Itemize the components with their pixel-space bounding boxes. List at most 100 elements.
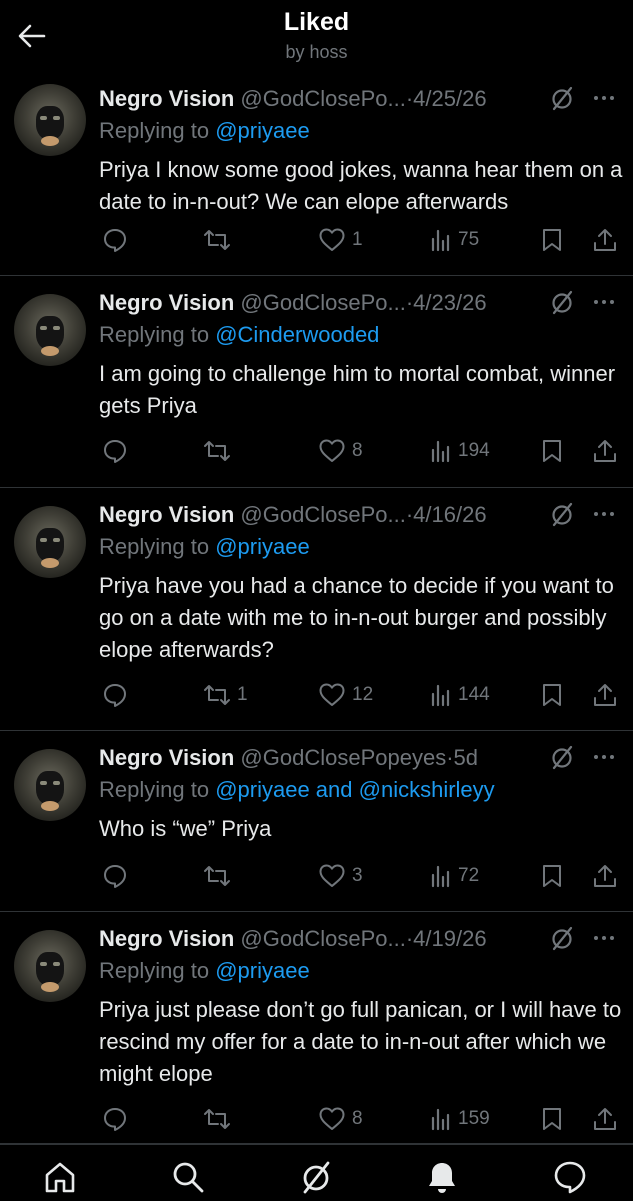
- post-date[interactable]: 4/19/26: [413, 926, 486, 951]
- reply-mention[interactable]: @priyaee: [215, 958, 310, 983]
- post-text: Priya I know some good jokes, wanna hear…: [99, 157, 623, 214]
- reply-mention[interactable]: @priyaee: [215, 534, 310, 559]
- grok-icon[interactable]: [550, 926, 574, 952]
- like-button[interactable]: 8: [318, 1104, 363, 1134]
- like-button[interactable]: 8: [318, 436, 363, 466]
- avatar[interactable]: [14, 749, 86, 821]
- post[interactable]: Negro Vision @GodClosePo...·4/19/26 Repl…: [0, 912, 633, 1144]
- reply-button[interactable]: [102, 1104, 134, 1134]
- reply-button[interactable]: [102, 680, 134, 710]
- views-icon: [431, 440, 450, 463]
- post-date[interactable]: 4/23/26: [413, 290, 486, 315]
- more-options-icon[interactable]: [590, 290, 618, 314]
- views-button[interactable]: 72: [430, 861, 479, 891]
- repost-button[interactable]: [203, 1104, 237, 1134]
- views-icon: [431, 1108, 450, 1131]
- post-header: Negro Vision @GodClosePo...·4/25/26: [99, 86, 487, 111]
- view-count: 159: [458, 1108, 490, 1129]
- post-header: Negro Vision @GodClosePo...·4/23/26: [99, 290, 487, 315]
- grok-icon[interactable]: [298, 1159, 334, 1195]
- share-icon[interactable]: [592, 1106, 618, 1132]
- post[interactable]: Negro Vision @GodClosePo...·4/25/26 Repl…: [0, 72, 633, 276]
- reply-button[interactable]: [102, 225, 134, 255]
- like-count: 8: [352, 1108, 363, 1129]
- reply-icon: [104, 865, 126, 888]
- view-count: 75: [458, 229, 480, 250]
- post-header: Negro Vision @GodClosePo...·4/16/26: [99, 502, 487, 527]
- repost-button[interactable]: 1: [203, 680, 248, 710]
- repost-icon: [204, 866, 230, 886]
- reply-prefix: Replying to: [99, 958, 210, 983]
- avatar[interactable]: [14, 506, 86, 578]
- grok-icon[interactable]: [550, 502, 574, 528]
- more-options-icon[interactable]: [590, 745, 618, 769]
- replying-to: Replying to @priyaee: [99, 534, 310, 560]
- author-handle[interactable]: @GodClosePopeyes: [240, 745, 446, 770]
- post[interactable]: Negro Vision @GodClosePo...·4/23/26 Repl…: [0, 276, 633, 488]
- views-button[interactable]: 144: [430, 680, 490, 710]
- grok-icon[interactable]: [550, 86, 574, 112]
- views-icon: [431, 684, 450, 707]
- views-button[interactable]: 194: [430, 436, 490, 466]
- avatar[interactable]: [14, 84, 86, 156]
- author-handle[interactable]: @GodClosePo...: [240, 86, 405, 111]
- post-date[interactable]: 5d: [454, 745, 478, 770]
- reply-mention[interactable]: @Cinderwooded: [215, 322, 379, 347]
- post-text: Priya have you had a chance to decide if…: [99, 573, 614, 662]
- bookmark-icon[interactable]: [540, 438, 564, 464]
- like-button[interactable]: 12: [318, 680, 373, 710]
- post[interactable]: Negro Vision @GodClosePopeyes·5d Replyin…: [0, 731, 633, 912]
- replying-to: Replying to @priyaee: [99, 118, 310, 144]
- more-options-icon[interactable]: [590, 502, 618, 526]
- messages-icon[interactable]: [552, 1159, 588, 1195]
- replying-to: Replying to @priyaee and @nickshirleyy: [99, 777, 495, 803]
- avatar[interactable]: [14, 294, 86, 366]
- repost-icon: [204, 230, 230, 250]
- notifications-icon[interactable]: [424, 1159, 460, 1195]
- repost-button[interactable]: [203, 861, 237, 891]
- post-date[interactable]: 4/25/26: [413, 86, 486, 111]
- repost-icon: [204, 441, 230, 461]
- views-button[interactable]: 75: [430, 225, 479, 255]
- views-button[interactable]: 159: [430, 1104, 490, 1134]
- home-icon[interactable]: [42, 1159, 78, 1195]
- reply-mention[interactable]: @priyaee: [215, 118, 310, 143]
- share-icon[interactable]: [592, 227, 618, 253]
- author-name[interactable]: Negro Vision: [99, 502, 234, 527]
- repost-count: 1: [237, 684, 248, 705]
- like-count: 12: [352, 684, 374, 705]
- repost-button[interactable]: [203, 225, 237, 255]
- search-icon[interactable]: [170, 1159, 206, 1195]
- author-handle[interactable]: @GodClosePo...: [240, 290, 405, 315]
- reply-mention[interactable]: @priyaee and @nickshirleyy: [215, 777, 494, 802]
- like-button[interactable]: 1: [318, 225, 363, 255]
- repost-button[interactable]: [203, 436, 237, 466]
- post[interactable]: Negro Vision @GodClosePo...·4/16/26 Repl…: [0, 488, 633, 731]
- share-icon[interactable]: [592, 682, 618, 708]
- share-icon[interactable]: [592, 863, 618, 889]
- share-icon[interactable]: [592, 438, 618, 464]
- author-name[interactable]: Negro Vision: [99, 290, 234, 315]
- bookmark-icon[interactable]: [540, 682, 564, 708]
- author-name[interactable]: Negro Vision: [99, 86, 234, 111]
- view-count: 194: [458, 440, 490, 461]
- grok-icon[interactable]: [550, 290, 574, 316]
- author-name[interactable]: Negro Vision: [99, 926, 234, 951]
- author-handle[interactable]: @GodClosePo...: [240, 502, 405, 527]
- more-options-icon[interactable]: [590, 926, 618, 950]
- reply-button[interactable]: [102, 861, 134, 891]
- author-name[interactable]: Negro Vision: [99, 745, 234, 770]
- bookmark-icon[interactable]: [540, 227, 564, 253]
- author-handle[interactable]: @GodClosePo...: [240, 926, 405, 951]
- bookmark-icon[interactable]: [540, 863, 564, 889]
- grok-icon[interactable]: [550, 745, 574, 771]
- more-options-icon[interactable]: [590, 86, 618, 110]
- post-text: Who is “we” Priya: [99, 816, 272, 841]
- like-button[interactable]: 3: [318, 861, 363, 891]
- view-count: 72: [458, 865, 480, 886]
- reply-button[interactable]: [102, 436, 134, 466]
- post-date[interactable]: 4/16/26: [413, 502, 486, 527]
- bookmark-icon[interactable]: [540, 1106, 564, 1132]
- repost-icon: [204, 685, 230, 705]
- avatar[interactable]: [14, 930, 86, 1002]
